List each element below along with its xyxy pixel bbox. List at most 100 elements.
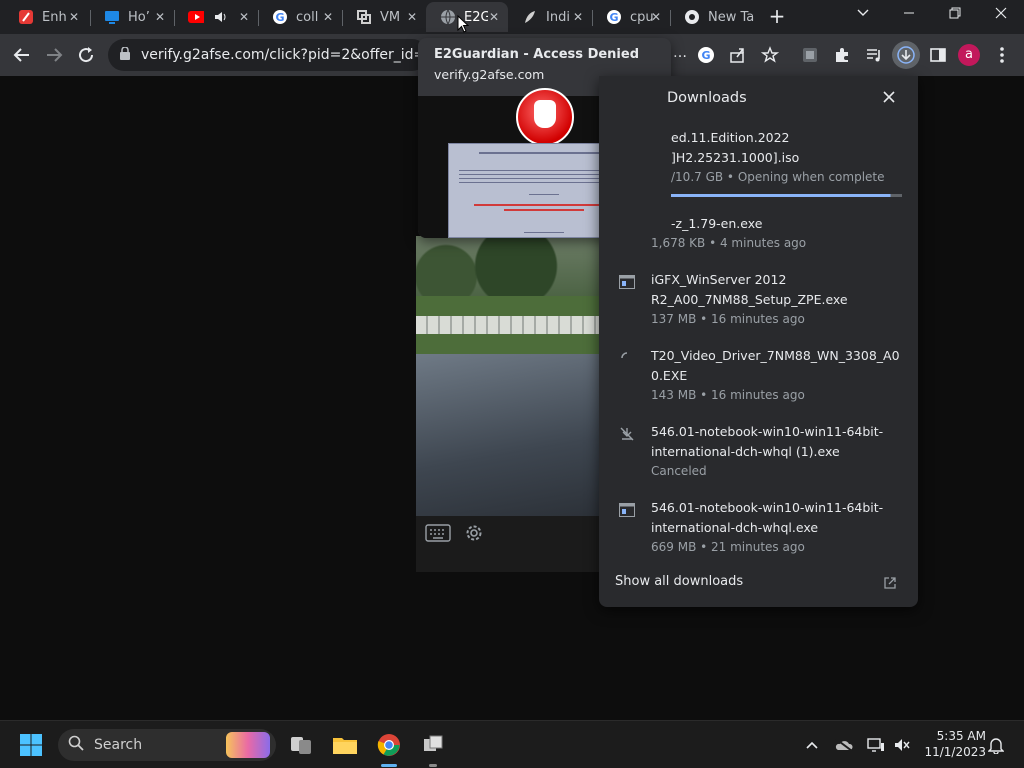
tab-indi[interactable]: Indi ✕	[508, 2, 592, 32]
globe-icon	[440, 9, 456, 25]
tab-vm[interactable]: VM ✕	[342, 2, 426, 32]
tab-close-icon[interactable]: ✕	[570, 9, 586, 25]
tab-youtube[interactable]: ✕	[174, 2, 258, 32]
back-button[interactable]	[10, 43, 34, 67]
tab-close-icon[interactable]: ✕	[648, 9, 664, 25]
vmware-icon	[356, 9, 372, 25]
screen: Enh ✕ Ho’ ✕ ✕ G coll ✕ VM ✕ E2G ✕ Indi ✕…	[0, 0, 1024, 768]
settings-gear-icon[interactable]	[460, 521, 488, 545]
close-downloads-button[interactable]	[880, 89, 898, 107]
window-file-icon	[619, 274, 635, 289]
volume-muted-icon[interactable]	[892, 735, 912, 755]
search-highlight-icon	[226, 732, 270, 758]
extension-icon[interactable]	[798, 43, 822, 67]
close-window-button[interactable]	[978, 0, 1024, 32]
share-icon[interactable]	[726, 43, 750, 67]
youtube-icon	[188, 9, 204, 25]
download-filename: -z_1.79-en.exe	[671, 216, 763, 231]
task-view-icon	[291, 737, 311, 754]
chevron-down-icon	[857, 9, 869, 16]
spinner-icon	[619, 350, 635, 364]
speaker-icon[interactable]	[212, 9, 228, 25]
tab-cpu[interactable]: G cpu ✕	[592, 2, 670, 32]
chrome-icon	[684, 9, 700, 25]
svg-text:G: G	[275, 11, 284, 24]
tab-close-icon[interactable]: ✕	[66, 9, 82, 25]
monitor-icon	[104, 9, 120, 25]
vmware-taskbar-button[interactable]	[416, 729, 450, 761]
downloads-bubble: Downloads ed.11.Edition.2022 ]H2.25231.1…	[599, 76, 918, 607]
tab-close-icon[interactable]: ✕	[320, 9, 336, 25]
download-icon	[894, 43, 918, 67]
tab-label: New Tal	[708, 9, 754, 25]
show-all-downloads-link[interactable]: Show all downloads	[615, 574, 743, 589]
google-lens-icon[interactable]: G	[694, 43, 718, 67]
download-item[interactable]: -z_1.79-en.exe 1,678 KB • 4 minutes ago	[599, 214, 918, 254]
puzzle-icon[interactable]	[830, 43, 854, 67]
download-item[interactable]: 546.01-notebook-win10-win11-64bit-intern…	[599, 498, 918, 558]
kebab-menu-icon[interactable]	[990, 43, 1014, 67]
folder-icon	[333, 738, 357, 754]
download-status: 143 MB • 16 minutes ago	[651, 388, 805, 402]
download-status: /10.7 GB • Opening when complete	[671, 170, 885, 184]
tab-label: Ho’	[128, 9, 150, 25]
media-control-icon[interactable]	[862, 43, 886, 67]
download-status: 669 MB • 21 minutes ago	[651, 540, 805, 554]
network-icon[interactable]	[866, 735, 886, 755]
tab-label: VM	[380, 9, 401, 25]
download-progress-bar	[671, 194, 902, 197]
tab-enh[interactable]: Enh ✕	[4, 2, 88, 32]
taskbar-clock[interactable]: 5:35 AM 11/1/2023	[918, 728, 986, 760]
tab-search-button[interactable]	[840, 0, 886, 32]
mouse-cursor-icon	[457, 14, 470, 37]
tab-coll[interactable]: G coll ✕	[258, 2, 342, 32]
file-explorer-button[interactable]	[328, 729, 362, 761]
download-status: 137 MB • 16 minutes ago	[651, 312, 805, 326]
restore-button[interactable]	[932, 0, 978, 32]
download-filename: iGFX_WinServer 2012 R2_A00_7NM88_Setup_Z…	[651, 272, 848, 307]
start-button[interactable]	[14, 729, 48, 761]
red-app-icon	[18, 9, 34, 25]
download-item[interactable]: iGFX_WinServer 2012 R2_A00_7NM88_Setup_Z…	[599, 270, 918, 330]
close-icon	[883, 91, 895, 103]
task-view-button[interactable]	[284, 729, 318, 761]
chrome-icon	[377, 734, 400, 756]
download-item[interactable]: T20_Video_Driver_7NM88_WN_3308_A00.EXE 1…	[599, 346, 918, 406]
tab-close-icon[interactable]: ✕	[152, 9, 168, 25]
restore-icon	[949, 7, 961, 19]
search-icon	[68, 735, 84, 755]
chrome-taskbar-button[interactable]	[372, 729, 406, 761]
download-filename: ed.11.Edition.2022 ]H2.25231.1000].iso	[671, 130, 800, 165]
video-frame[interactable]	[416, 236, 600, 516]
forward-button[interactable]	[42, 43, 66, 67]
minimize-button[interactable]	[886, 0, 932, 32]
new-tab-button[interactable]: +	[766, 5, 788, 27]
tab-label: Enh	[42, 9, 66, 25]
profile-avatar[interactable]: a	[958, 44, 980, 66]
download-item[interactable]: 546.01-notebook-win10-win11-64bit-intern…	[599, 422, 918, 482]
address-bar[interactable]: verify.g2afse.com/click?pid=2&offer_id=1…	[108, 39, 428, 71]
notification-bell-icon[interactable]	[986, 735, 1006, 755]
search-label: Search	[94, 737, 143, 753]
download-status: Canceled	[651, 464, 707, 478]
tab-close-icon[interactable]: ✕	[404, 9, 420, 25]
keyboard-icon[interactable]	[424, 521, 452, 545]
tab-close-icon[interactable]: ✕	[236, 9, 252, 25]
reload-button[interactable]	[74, 43, 98, 67]
tab-new-tab[interactable]: New Tal	[670, 2, 760, 32]
bookmark-star-icon[interactable]	[758, 43, 782, 67]
open-external-icon[interactable]	[884, 574, 898, 589]
taskbar-search[interactable]: Search	[58, 729, 276, 761]
side-panel-icon[interactable]	[926, 43, 950, 67]
url-text: verify.g2afse.com/click?pid=2&offer_id=1…	[141, 47, 428, 63]
google-icon: G	[606, 9, 622, 25]
tray-overflow-chevron-icon[interactable]	[802, 735, 822, 755]
tab-how[interactable]: Ho’ ✕	[90, 2, 174, 32]
canceled-file-icon	[619, 426, 635, 441]
download-item[interactable]: ed.11.Edition.2022 ]H2.25231.1000].iso /…	[599, 128, 918, 200]
tab-close-icon[interactable]: ✕	[486, 9, 502, 25]
onedrive-icon[interactable]	[834, 735, 854, 755]
downloads-title: Downloads	[667, 90, 747, 106]
tab-label: coll	[296, 9, 319, 25]
lock-icon	[120, 45, 131, 64]
